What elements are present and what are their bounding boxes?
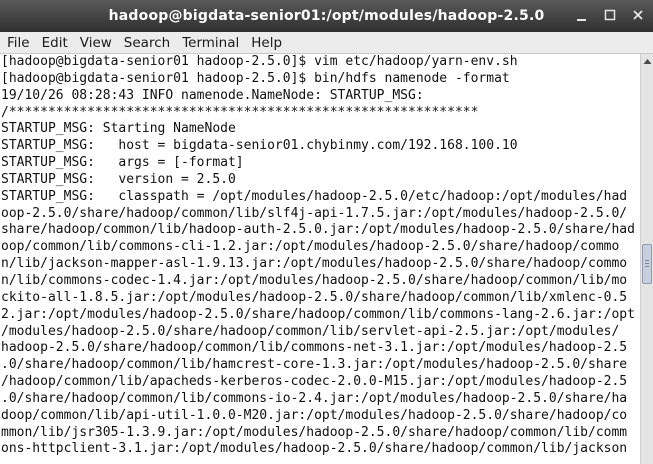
terminal-line: [hadoop@bigdata-senior01 hadoop-2.5.0]$ …: [1, 70, 510, 86]
window-title: hadoop@bigdata-senior01:/opt/modules/had…: [108, 8, 545, 24]
terminal-line: STARTUP_MSG: Starting NameNode: [1, 121, 236, 137]
terminal-line: STARTUP_MSG: version = 2.5.0: [1, 171, 236, 187]
menu-search[interactable]: Search: [118, 32, 176, 54]
scroll-thumb[interactable]: [642, 244, 652, 284]
terminal-line: 19/10/26 08:28:43 INFO namenode.NameNode…: [1, 87, 424, 103]
terminal-line: STARTUP_MSG: args = [-format]: [1, 155, 244, 171]
maximize-icon[interactable]: [603, 7, 617, 23]
menu-terminal[interactable]: Terminal: [176, 32, 245, 54]
terminal-output[interactable]: [hadoop@bigdata-senior01 hadoop-2.5.0]$ …: [0, 54, 640, 464]
terminal-line: STARTUP_MSG: host = bigdata-senior01.chy…: [1, 138, 518, 154]
scroll-up-icon[interactable]: [641, 55, 653, 67]
terminal-line: hadoop-2.5.0/share/hadoop/common/lib/com…: [1, 340, 628, 356]
menu-view[interactable]: View: [74, 32, 118, 54]
terminal-line: n/lib/commons-codec-1.4.jar:/opt/modules…: [1, 272, 628, 288]
menu-file[interactable]: File: [1, 32, 36, 54]
minimize-icon[interactable]: [575, 7, 589, 23]
terminal-line: /***************************************…: [1, 104, 479, 120]
terminal-line: 2.jar:/opt/modules/hadoop-2.5.0/share/ha…: [1, 306, 635, 322]
terminal-line: mmon/lib/jsr305-1.3.9.jar:/opt/modules/h…: [1, 424, 628, 440]
menu-edit[interactable]: Edit: [36, 32, 74, 54]
terminal-line: /hadoop/common/lib/apacheds-kerberos-cod…: [1, 374, 628, 390]
grip-line: [645, 260, 649, 261]
window-controls: [575, 7, 645, 23]
menu-help[interactable]: Help: [245, 32, 288, 54]
terminal-line: oop/common/lib/commons-cli-1.2.jar:/opt/…: [1, 239, 620, 255]
terminal-line: ons-httpclient-3.1.jar:/opt/modules/hado…: [1, 441, 628, 457]
terminal-line: STARTUP_MSG: classpath = /opt/modules/ha…: [1, 188, 628, 204]
terminal-line: doop/common/lib/api-util-1.0.0-M20.jar:/…: [1, 407, 628, 423]
terminal-line: share/hadoop/common/lib/hadoop-auth-2.5.…: [1, 222, 635, 238]
grip-line: [645, 263, 649, 264]
terminal-line: .0/share/hadoop/common/lib/hamcrest-core…: [1, 357, 628, 373]
terminal-line: n/lib/jackson-mapper-asl-1.9.13.jar:/opt…: [1, 256, 628, 272]
terminal-scrollbar[interactable]: [640, 54, 653, 464]
grip-line: [645, 266, 649, 267]
menu-bar: File Edit View Search Terminal Help: [0, 32, 653, 54]
terminal-line: oop-2.5.0/share/hadoop/common/lib/slf4j-…: [1, 205, 628, 221]
terminal-line: .0/share/hadoop/common/lib/commons-io-2.…: [1, 390, 628, 406]
window-titlebar[interactable]: hadoop@bigdata-senior01:/opt/modules/had…: [0, 0, 653, 32]
terminal-line: /modules/hadoop-2.5.0/share/hadoop/commo…: [1, 323, 620, 339]
close-icon[interactable]: [631, 7, 645, 23]
terminal-line: ckito-all-1.8.5.jar:/opt/modules/hadoop-…: [1, 289, 628, 305]
terminal-line: [hadoop@bigdata-senior01 hadoop-2.5.0]$ …: [1, 54, 518, 69]
